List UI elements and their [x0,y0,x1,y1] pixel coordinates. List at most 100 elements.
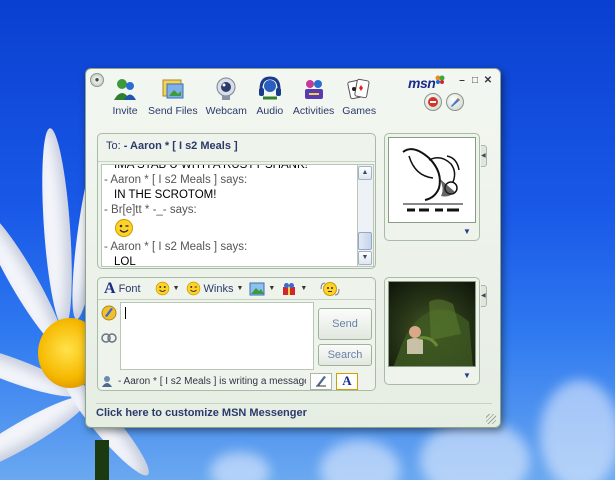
toolbar-send-files-button[interactable]: Send Files [144,75,202,121]
toolbar-label: Send Files [148,105,198,117]
resize-grip[interactable] [486,414,496,424]
emoticon-button[interactable]: ▼ [155,281,180,296]
chevron-down-icon: ▼ [268,285,276,292]
ink-icon [101,305,117,321]
blurred-flower [540,380,615,480]
blurred-flower [320,440,400,480]
history-message: LOL [114,256,136,267]
compose-panel: A Font ▼ Winks ▼ ▼ ▼ Send Search - Aaron… [97,277,376,391]
handwriting-icon [101,333,117,343]
flower-stem [95,440,109,480]
chevron-down-icon: ▼ [300,285,308,292]
chevron-down-icon: ▼ [172,285,180,292]
maximize-button[interactable]: □ [469,75,481,86]
message-history[interactable]: IMA STAB U WITH A RUSTY SHANK! - Aaron *… [101,164,358,267]
nudge-button[interactable] [319,281,341,297]
font-label: Font [118,282,141,295]
font-icon: A [104,279,116,297]
chevron-down-icon: ▼ [236,285,244,292]
toolbar-label: Audio [256,105,284,117]
wink-smiley-icon [115,219,133,237]
smiley-icon [155,281,169,296]
chevron-down-icon[interactable]: ▼ [463,227,471,236]
search-button[interactable]: Search [318,344,372,366]
input-side-icons [100,302,120,348]
typing-status-text: - Aaron * [ I s2 Meals ] is writing a me… [118,375,306,387]
recipient-name[interactable]: - Aaron * [ I s2 Meals ] [124,140,238,152]
block-button[interactable] [424,93,442,111]
ink-handwriting-button[interactable] [100,304,120,325]
scroll-thumb[interactable] [358,232,372,250]
msn-logo-text: msn [408,75,436,91]
history-emoticon [102,218,357,240]
conversation-panel: To: - Aaron * [ I s2 Meals ] IMA STAB U … [97,133,376,269]
background-button[interactable]: ▼ [249,282,275,296]
toolbar-webcam-button[interactable]: Webcam [202,75,251,121]
webcam-icon [211,75,241,103]
contact-typing-icon [102,376,112,387]
text-tab-button[interactable]: A [336,372,358,390]
activities-icon [299,75,329,103]
toolbar-activities-button[interactable]: Activities [289,75,338,121]
msn-butterfly-icon [435,75,445,84]
blurred-flower [210,452,270,480]
blurred-flower [420,420,530,480]
background-sharing-button[interactable] [446,93,464,111]
history-sender-line: - Br[e]tt * -_- says: [104,204,197,216]
own-display-picture-frame: ▼ [384,277,480,385]
message-input[interactable] [120,302,314,370]
winks-label: Winks [203,282,234,295]
toolbar-label: Activities [292,105,335,117]
msn-logo: msn [408,75,445,91]
handwriting-button[interactable] [100,331,120,348]
collapse-contact-picture-tab[interactable]: ◀ [481,145,487,167]
audio-icon [255,75,285,103]
gift-icon [283,282,296,295]
contact-display-picture[interactable] [388,137,476,223]
system-menu-button[interactable]: ● [90,73,104,87]
history-scrollbar[interactable]: ▲ ▼ [358,164,374,267]
toolbar: Invite Send Files Webcam Audio Activitie… [106,75,380,121]
customize-link[interactable]: Click here to customize MSN Messenger [96,403,492,423]
invite-icon [110,75,140,103]
nudge-icon [320,281,340,296]
to-label: To: [106,140,121,152]
font-button[interactable]: A Font [104,280,141,298]
winks-button[interactable]: Winks ▼ [186,281,244,296]
chevron-down-icon[interactable]: ▼ [463,371,471,380]
games-icon [344,75,374,103]
text-caret [125,306,126,319]
picture-icon [249,282,265,295]
wink-smiley-icon [186,281,200,296]
own-display-picture[interactable] [388,281,476,367]
collapse-own-picture-tab[interactable]: ◀ [481,285,487,307]
handwriting-tab-button[interactable] [310,372,332,390]
block-icon [428,97,438,107]
history-sender-line: - Aaron * [ I s2 Meals ] says: [104,174,248,186]
toolbar-games-button[interactable]: Games [338,75,380,121]
minimize-button[interactable]: – [456,75,468,86]
sketch-drawing-image [402,148,463,212]
pen-icon [316,376,326,387]
toolbar-invite-button[interactable]: Invite [106,75,144,121]
contact-display-picture-frame: ▼ [384,133,480,241]
paint-brush-icon [451,98,460,107]
text-format-icon: A [342,373,352,388]
history-message: IN THE SCROTOM! [114,189,217,201]
photo-image [393,299,473,366]
scroll-down-button[interactable]: ▼ [358,251,372,265]
messenger-window: ● Invite Send Files Webcam Audio Activit… [85,68,501,428]
typing-status-bar: - Aaron * [ I s2 Meals ] is writing a me… [100,372,373,390]
toolbar-audio-button[interactable]: Audio [251,75,289,121]
send-files-icon [158,75,188,103]
toolbar-label: Games [342,105,377,117]
send-button[interactable]: Send [318,308,372,340]
gift-button[interactable]: ▼ [281,282,307,296]
toolbar-label: Webcam [205,105,247,117]
history-line: IMA STAB U WITH A RUSTY SHANK! [114,164,308,171]
toolbar-label: Invite [112,105,138,117]
scroll-up-button[interactable]: ▲ [358,166,372,180]
formatting-toolbar: A Font ▼ Winks ▼ ▼ ▼ [98,278,375,300]
history-sender-line: - Aaron * [ I s2 Meals ] says: [104,241,248,253]
close-button[interactable]: ✕ [482,75,494,86]
